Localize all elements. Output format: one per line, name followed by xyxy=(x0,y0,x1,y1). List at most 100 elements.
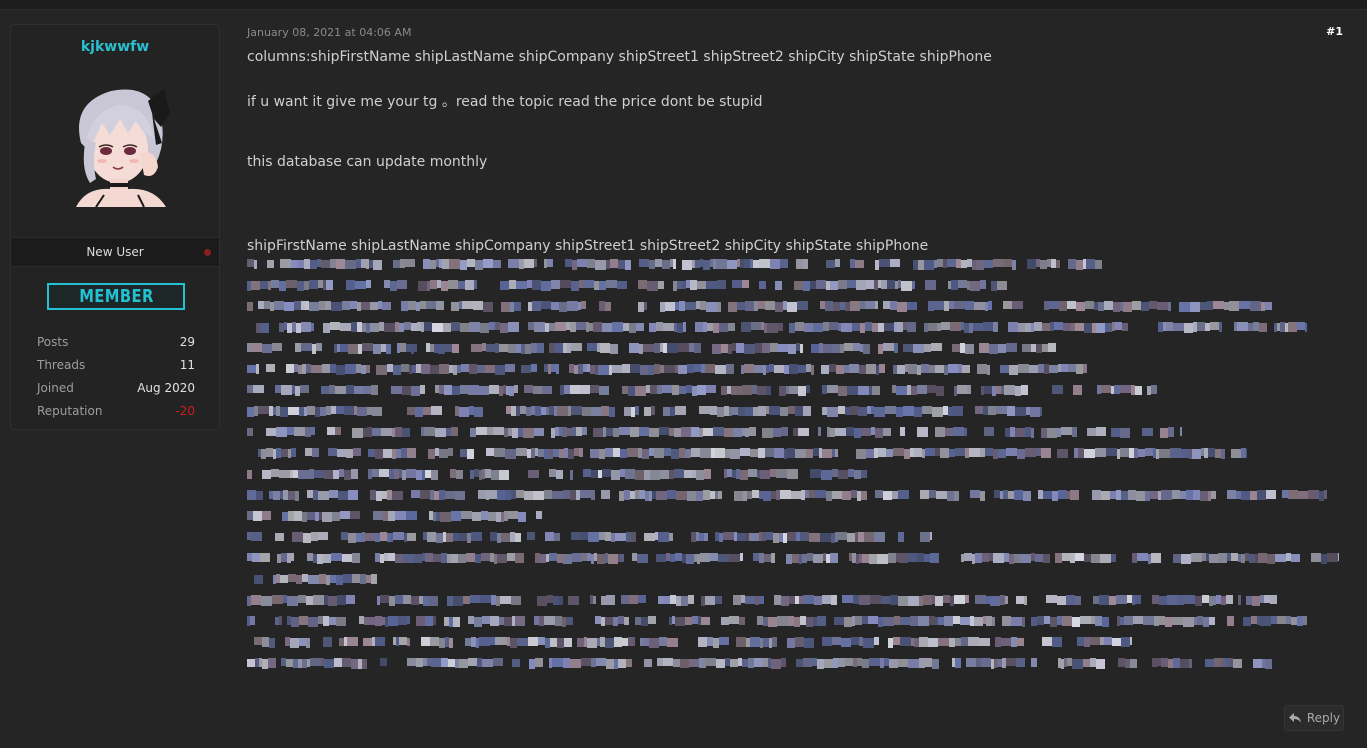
pixelated-block xyxy=(445,637,449,647)
username-link[interactable]: kjkwwfw xyxy=(11,39,219,55)
pixelated-block xyxy=(531,364,537,372)
pixelated-block xyxy=(1035,554,1043,562)
pixelated-block xyxy=(1050,617,1057,627)
pixelated-block xyxy=(1112,638,1121,646)
pixelated-block xyxy=(987,365,990,375)
pixelated-block xyxy=(298,365,302,374)
pixelated-block xyxy=(593,428,603,437)
pixelated-block xyxy=(274,301,284,310)
pixelated-block xyxy=(1040,260,1047,269)
pixelated-block xyxy=(256,323,260,333)
user-avatar[interactable] xyxy=(66,83,176,207)
pixelated-block xyxy=(777,616,788,626)
pixelated-block xyxy=(1190,302,1200,312)
pixelated-block xyxy=(544,364,548,372)
pixelated-block xyxy=(508,322,519,332)
pixelated-block xyxy=(395,554,403,563)
pixelated-block xyxy=(407,448,416,458)
pixelated-block xyxy=(602,469,611,477)
pixelated-block xyxy=(276,406,280,416)
pixelated-block xyxy=(637,554,648,563)
pixelated-block xyxy=(424,322,432,331)
pixelated-block xyxy=(667,638,678,647)
pixelated-block xyxy=(574,365,578,374)
pixelated-block xyxy=(516,406,520,416)
pixelated-block xyxy=(399,637,407,645)
pixelated-block xyxy=(537,343,544,353)
pixelated-block xyxy=(794,617,800,627)
pixelated-block xyxy=(1097,385,1101,394)
pixelated-block xyxy=(448,280,458,289)
pixelated-block xyxy=(975,595,986,604)
pixelated-block xyxy=(648,616,656,624)
pixelated-block xyxy=(560,385,564,395)
pixelated-block xyxy=(384,280,390,288)
pixelated-block xyxy=(878,280,881,288)
pixelated-block xyxy=(305,448,312,456)
pixelated-block xyxy=(649,638,659,648)
pixelated-block xyxy=(773,533,779,543)
pixelated-block xyxy=(596,658,606,666)
pixelated-block xyxy=(755,343,762,353)
pixelated-block xyxy=(372,428,381,436)
pixelated-block xyxy=(567,428,572,436)
pixelated-block xyxy=(835,428,846,436)
reply-button[interactable]: Reply xyxy=(1284,705,1344,731)
pixelated-block xyxy=(366,575,371,583)
pixelated-block xyxy=(1025,427,1031,437)
pixelated-block xyxy=(407,658,416,666)
pixelated-block xyxy=(1042,323,1050,331)
pixelated-block xyxy=(361,302,370,310)
pixelated-block xyxy=(789,364,798,374)
pixelated-block xyxy=(1057,449,1068,458)
pixelated-block xyxy=(921,364,929,373)
pixelated-block xyxy=(361,365,366,374)
pixelated-block xyxy=(748,658,754,668)
pixelated-block xyxy=(1246,596,1252,605)
pixelated-block xyxy=(1084,449,1095,458)
pixelated-block xyxy=(390,281,397,291)
pixelated-block xyxy=(842,595,853,603)
pixelated-block xyxy=(624,617,629,625)
user-stats: Posts 29 Threads 11 Joined Aug 2020 Repu… xyxy=(37,330,195,422)
pixelated-block xyxy=(727,386,731,394)
pixelated-block xyxy=(809,533,820,542)
pixelated-block xyxy=(696,532,699,541)
pixelated-block xyxy=(566,617,573,625)
pixelated-block xyxy=(288,449,291,458)
pixelated-block xyxy=(1026,407,1030,415)
pixelated-block xyxy=(411,596,419,605)
pixelated-block xyxy=(388,616,398,626)
pixelated-block xyxy=(247,407,254,417)
pixelated-block xyxy=(781,427,788,436)
pixelated-block xyxy=(389,596,395,606)
pixelated-block xyxy=(551,280,560,289)
pixelated-block xyxy=(262,344,272,353)
pixelated-block xyxy=(747,491,752,499)
post-date[interactable]: January 08, 2021 at 04:06 AM xyxy=(247,26,411,39)
pixelated-block xyxy=(1120,385,1131,393)
pixelated-block xyxy=(423,407,431,415)
pixelated-block xyxy=(428,449,435,459)
pixelated-block xyxy=(818,427,821,436)
pixelated-block xyxy=(1087,428,1096,436)
pixelated-block xyxy=(578,364,583,374)
pixelated-block xyxy=(670,407,675,416)
pixelated-block xyxy=(897,365,905,374)
pixelated-block xyxy=(392,428,395,437)
pixelated-block xyxy=(1092,490,1101,500)
pixelated-block xyxy=(698,637,707,647)
pixelated-block xyxy=(1011,617,1022,626)
pixelated-block xyxy=(732,280,742,288)
pixelated-block xyxy=(629,323,636,333)
pixelated-block xyxy=(302,574,308,582)
pixelated-block xyxy=(475,260,483,270)
pixelated-block xyxy=(371,574,377,584)
post-number-link[interactable]: #1 xyxy=(1326,25,1343,38)
pixelated-block xyxy=(636,323,644,331)
pixelated-block xyxy=(292,322,296,332)
pixelated-block xyxy=(357,407,367,416)
pixelated-block xyxy=(847,533,855,542)
pixelated-block xyxy=(629,595,638,604)
pixelated-block xyxy=(744,364,754,373)
